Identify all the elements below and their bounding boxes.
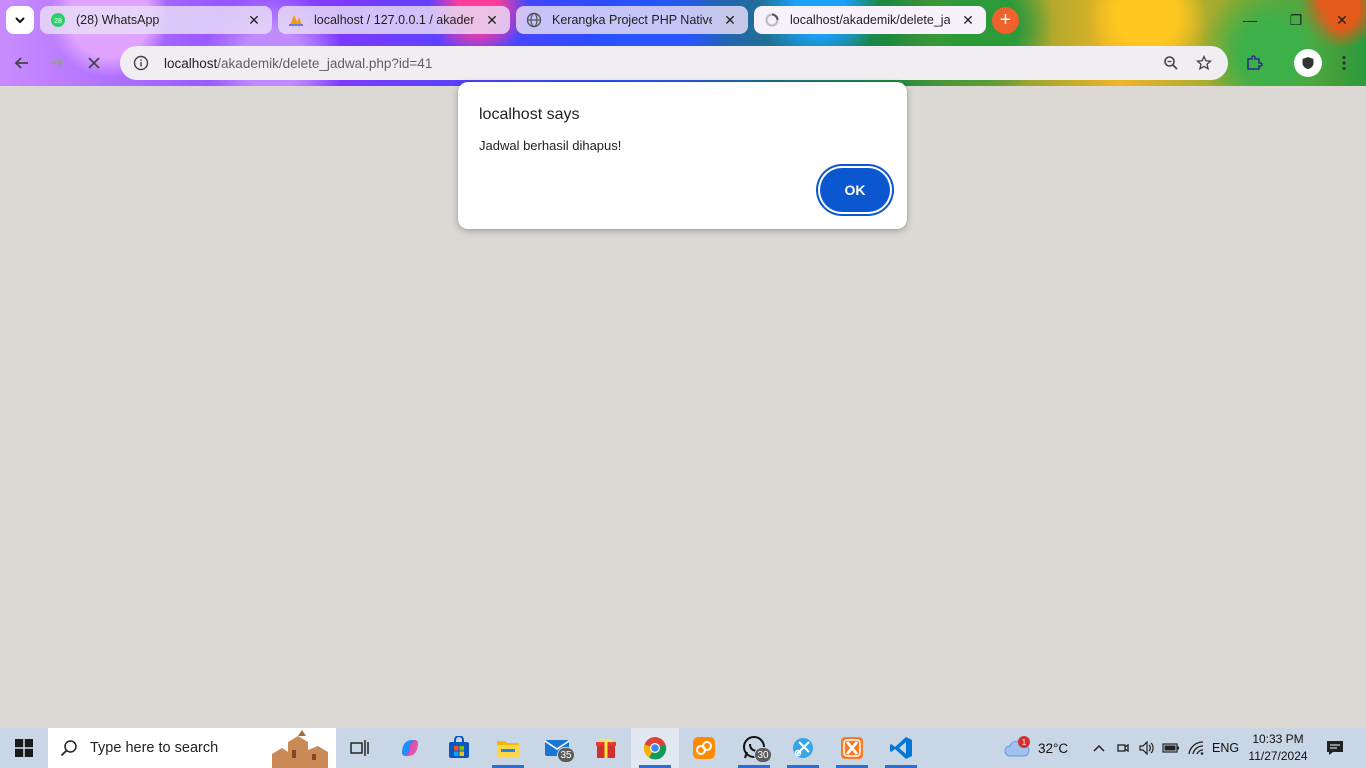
address-bar[interactable]: localhost/akademik/delete_jadwal.php?id=…	[120, 46, 1228, 80]
system-clock[interactable]: 10:33 PM 11/27/2024	[1244, 731, 1312, 765]
browser-chrome: 28 (28) WhatsApp ✕ localhost / 127.0.0.1…	[0, 0, 1366, 86]
notification-center-button[interactable]	[1320, 728, 1350, 768]
close-icon[interactable]: ✕	[484, 12, 500, 28]
extensions-icon[interactable]	[1241, 50, 1267, 76]
dialog-title: localhost says	[479, 106, 580, 123]
xampp-icon	[841, 737, 863, 759]
close-icon[interactable]: ✕	[722, 12, 738, 28]
taskbar-orange-app[interactable]	[680, 728, 728, 768]
copilot-icon	[402, 740, 418, 756]
chevron-down-icon	[15, 17, 25, 24]
start-button[interactable]	[0, 728, 48, 768]
taskbar: Type here to search 35 30 1 32°C ENG 10:…	[0, 728, 1366, 768]
windows-logo-icon	[15, 739, 33, 757]
weather-alert-badge: 1	[1018, 736, 1030, 748]
taskbar-mail[interactable]: 35	[533, 728, 581, 768]
url-text[interactable]: localhost/akademik/delete_jadwal.php?id=…	[164, 56, 432, 71]
tab-title: localhost/akademik/delete_jadwal	[790, 13, 950, 27]
back-button[interactable]	[8, 49, 36, 77]
minimize-icon[interactable]: —	[1238, 8, 1262, 32]
taskbar-file-explorer[interactable]	[484, 728, 532, 768]
task-view-icon	[350, 740, 369, 756]
taskbar-search[interactable]: Type here to search	[48, 728, 336, 768]
tab-delete-jadwal[interactable]: localhost/akademik/delete_jadwal ✕	[754, 6, 986, 34]
clock-date: 11/27/2024	[1248, 749, 1308, 763]
notification-icon	[1327, 741, 1343, 755]
wifi-icon[interactable]	[1187, 728, 1205, 768]
alert-dialog: localhost says Jadwal berhasil dihapus! …	[458, 82, 907, 229]
whatsapp-icon: 28	[50, 12, 66, 28]
tab-title: localhost / 127.0.0.1 / akademik	[314, 13, 474, 27]
language-indicator[interactable]: ENG	[1212, 728, 1239, 768]
tab-title: Kerangka Project PHP Native -	[552, 13, 712, 27]
volume-icon[interactable]	[1138, 728, 1156, 768]
globe-icon	[526, 12, 542, 28]
tab-title: (28) WhatsApp	[76, 13, 160, 27]
meet-now-icon[interactable]	[1114, 728, 1132, 768]
search-icon	[60, 740, 77, 757]
taskbar-snipping-tool[interactable]	[779, 728, 827, 768]
url-path: /akademik/delete_jadwal.php?id=41	[217, 55, 433, 71]
tab-whatsapp[interactable]: 28 (28) WhatsApp ✕	[40, 6, 272, 34]
profile-avatar[interactable]	[1294, 49, 1322, 77]
ok-button[interactable]: OK	[820, 168, 890, 212]
close-window-icon[interactable]: ✕	[1330, 8, 1354, 32]
stop-loading-button[interactable]	[80, 49, 108, 77]
tab-search-button[interactable]	[6, 6, 34, 34]
taskbar-xampp[interactable]	[828, 728, 876, 768]
search-placeholder: Type here to search	[90, 740, 219, 756]
chevron-up-icon[interactable]	[1090, 728, 1108, 768]
mail-badge: 35	[557, 747, 575, 763]
search-highlight-image	[258, 728, 336, 768]
taskbar-gift[interactable]	[582, 728, 630, 768]
shield-icon	[1302, 57, 1314, 69]
battery-icon[interactable]	[1162, 728, 1180, 768]
more-menu-icon[interactable]	[1331, 50, 1357, 76]
vscode-icon	[890, 737, 912, 759]
close-icon[interactable]: ✕	[960, 12, 976, 28]
arrow-left-icon	[14, 57, 28, 69]
dialog-message: Jadwal berhasil dihapus!	[479, 138, 622, 153]
task-view-button[interactable]	[336, 728, 384, 768]
taskbar-store[interactable]	[435, 728, 483, 768]
app-icon	[693, 737, 715, 759]
new-tab-button[interactable]: +	[992, 7, 1019, 34]
arrow-right-icon	[50, 57, 64, 69]
bookmark-star-icon[interactable]	[1191, 50, 1217, 76]
gift-icon	[596, 738, 616, 758]
tab-kerangka-project[interactable]: Kerangka Project PHP Native - ✕	[516, 6, 748, 34]
folder-icon	[497, 741, 519, 757]
close-icon	[88, 57, 100, 69]
taskbar-copilot[interactable]	[386, 728, 434, 768]
forward-button[interactable]	[42, 49, 70, 77]
weather-temp: 32°C	[1038, 740, 1069, 756]
snipping-tool-icon	[793, 738, 813, 758]
loading-icon	[764, 12, 780, 28]
weather-widget[interactable]: 1 32°C	[1004, 728, 1068, 768]
phpmyadmin-icon	[288, 12, 304, 28]
svg-text:28: 28	[54, 18, 62, 25]
site-info-icon[interactable]	[128, 50, 154, 76]
chrome-icon	[643, 737, 667, 760]
zoom-icon[interactable]	[1158, 50, 1184, 76]
whatsapp-badge: 30	[754, 747, 772, 763]
tab-phpmyadmin[interactable]: localhost / 127.0.0.1 / akademik ✕	[278, 6, 510, 34]
close-icon[interactable]: ✕	[246, 12, 262, 28]
clock-time: 10:33 PM	[1252, 732, 1304, 746]
taskbar-chrome[interactable]	[631, 728, 679, 768]
taskbar-vscode[interactable]	[877, 728, 925, 768]
url-host: localhost	[164, 55, 218, 71]
taskbar-whatsapp[interactable]: 30	[730, 728, 778, 768]
restore-icon[interactable]: ❐	[1284, 8, 1308, 32]
store-icon	[449, 736, 469, 758]
